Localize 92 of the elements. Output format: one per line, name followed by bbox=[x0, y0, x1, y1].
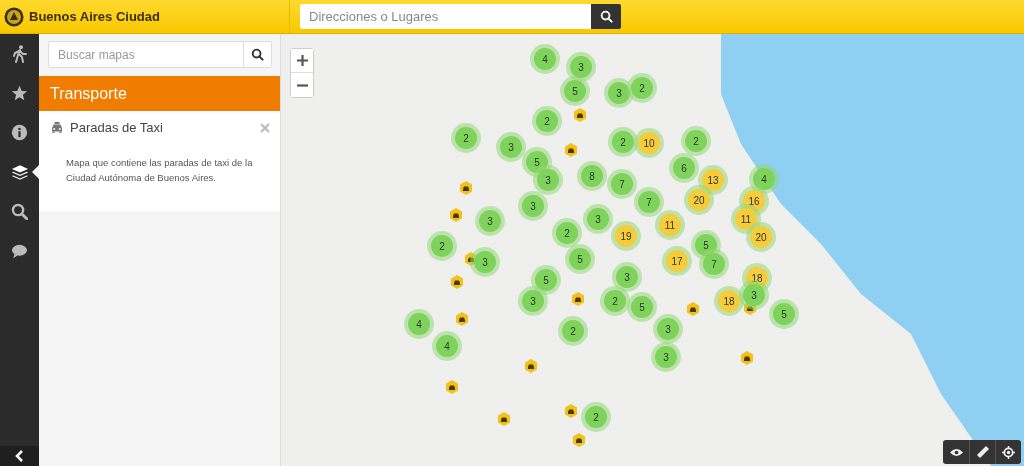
search-icon bbox=[599, 10, 613, 23]
taxi-marker-icon[interactable] bbox=[455, 312, 469, 326]
layer-description: Mapa que contiene las paradas de taxi de la Ciudad Autónoma de Buenos Aires. bbox=[66, 156, 254, 185]
taxi-marker-icon[interactable] bbox=[571, 292, 585, 306]
cluster-marker[interactable]: 3 bbox=[537, 169, 559, 191]
city-seal-icon bbox=[4, 6, 24, 27]
search-button[interactable] bbox=[243, 42, 271, 67]
cluster-marker[interactable]: 5 bbox=[535, 269, 557, 291]
zoom-in-button[interactable] bbox=[291, 49, 313, 73]
taxi-marker-icon[interactable] bbox=[573, 108, 587, 122]
cluster-marker[interactable]: 5 bbox=[695, 234, 717, 256]
cluster-marker[interactable]: 3 bbox=[500, 136, 522, 158]
taxi-marker-icon[interactable] bbox=[524, 359, 538, 373]
cluster-marker[interactable]: 4 bbox=[436, 335, 458, 357]
taxi-marker-icon[interactable] bbox=[450, 275, 464, 289]
cluster-marker[interactable]: 11 bbox=[735, 208, 757, 230]
ruler-icon bbox=[976, 446, 989, 458]
cluster-marker[interactable]: 5 bbox=[569, 248, 591, 270]
cluster-marker[interactable]: 3 bbox=[587, 208, 609, 230]
collapse-button[interactable] bbox=[0, 446, 39, 466]
taxi-marker-icon[interactable] bbox=[740, 351, 754, 365]
address-search-field[interactable]: Direcciones o Lugares bbox=[300, 4, 591, 29]
taxi-marker-icon[interactable] bbox=[564, 143, 578, 157]
cluster-marker[interactable]: 5 bbox=[526, 151, 548, 173]
cluster-marker[interactable]: 3 bbox=[743, 284, 765, 306]
cluster-marker[interactable]: 2 bbox=[556, 222, 578, 244]
cluster-marker[interactable]: 3 bbox=[616, 266, 638, 288]
cluster-marker[interactable]: 7 bbox=[638, 191, 660, 213]
eye-icon bbox=[949, 447, 963, 457]
cluster-marker[interactable]: 2 bbox=[631, 77, 653, 99]
cluster-marker[interactable]: 4 bbox=[534, 48, 556, 70]
cluster-marker[interactable]: 3 bbox=[522, 290, 544, 312]
locate-icon bbox=[1002, 445, 1015, 459]
cluster-marker[interactable]: 2 bbox=[604, 290, 626, 312]
cluster-marker[interactable]: 2 bbox=[612, 131, 634, 153]
cluster-marker[interactable]: 18 bbox=[746, 267, 768, 289]
map-search-field[interactable]: Buscar mapas bbox=[48, 41, 272, 68]
cluster-marker[interactable]: 7 bbox=[703, 253, 725, 275]
close-icon bbox=[260, 122, 270, 133]
category-title: Transporte bbox=[39, 76, 280, 111]
cluster-marker[interactable]: 3 bbox=[655, 346, 677, 368]
cluster-marker[interactable]: 8 bbox=[581, 165, 603, 187]
cluster-marker[interactable]: 19 bbox=[615, 225, 637, 247]
star-icon bbox=[11, 84, 28, 102]
cluster-marker[interactable]: 2 bbox=[455, 127, 477, 149]
cluster-marker[interactable]: 4 bbox=[753, 168, 775, 190]
taxi-marker-icon[interactable] bbox=[449, 208, 463, 222]
cluster-marker[interactable]: 16 bbox=[743, 190, 765, 212]
cluster-marker[interactable]: 17 bbox=[666, 250, 688, 272]
cluster-marker[interactable]: 4 bbox=[408, 313, 430, 335]
taxi-marker-icon[interactable] bbox=[497, 412, 511, 426]
walking-person-icon bbox=[11, 44, 28, 63]
cluster-marker[interactable]: 10 bbox=[638, 132, 660, 154]
cluster-marker[interactable]: 5 bbox=[631, 296, 653, 318]
cluster-marker[interactable]: 20 bbox=[750, 226, 772, 248]
plus-icon bbox=[296, 55, 308, 66]
cluster-marker[interactable]: 2 bbox=[431, 235, 453, 257]
cluster-marker[interactable]: 6 bbox=[673, 157, 695, 179]
cluster-marker[interactable]: 5 bbox=[773, 303, 795, 325]
cluster-marker[interactable]: 13 bbox=[702, 169, 724, 191]
cluster-marker[interactable]: 3 bbox=[479, 210, 501, 232]
cluster-marker[interactable]: 3 bbox=[474, 251, 496, 273]
cluster-marker[interactable]: 5 bbox=[564, 80, 586, 102]
info-icon bbox=[11, 124, 28, 142]
taxi-marker-icon[interactable] bbox=[686, 302, 700, 316]
chevron-left-icon bbox=[15, 450, 24, 462]
speech-bubble-icon bbox=[11, 243, 28, 259]
taxi-marker-icon[interactable] bbox=[564, 404, 578, 418]
cluster-marker[interactable]: 2 bbox=[585, 406, 607, 428]
cluster-marker[interactable]: 18 bbox=[718, 290, 740, 312]
minus-icon bbox=[296, 83, 308, 87]
taxi-marker-icon[interactable] bbox=[445, 380, 459, 394]
cluster-marker[interactable]: 3 bbox=[657, 318, 679, 340]
cluster-marker[interactable]: 2 bbox=[562, 320, 584, 342]
taxi-marker-icon[interactable] bbox=[459, 181, 473, 195]
search-button[interactable] bbox=[591, 4, 621, 29]
cluster-marker[interactable]: 3 bbox=[570, 56, 592, 78]
cluster-marker[interactable]: 3 bbox=[608, 82, 630, 104]
search-icon bbox=[251, 48, 264, 61]
layer-name[interactable]: Paradas de Taxi bbox=[70, 120, 253, 135]
cluster-marker[interactable]: 3 bbox=[522, 195, 544, 217]
car-icon bbox=[51, 122, 63, 133]
cluster-marker[interactable]: 7 bbox=[611, 173, 633, 195]
cluster-marker[interactable]: 11 bbox=[659, 214, 681, 236]
cluster-marker[interactable]: 2 bbox=[685, 130, 707, 152]
search-input[interactable]: Buscar mapas bbox=[49, 42, 243, 67]
taxi-marker-icon[interactable] bbox=[572, 433, 586, 447]
search-icon bbox=[11, 203, 28, 221]
cluster-marker[interactable]: 20 bbox=[688, 189, 710, 211]
cluster-marker[interactable]: 2 bbox=[536, 110, 558, 132]
layers-icon bbox=[10, 163, 29, 181]
brand-name: Buenos Aires Ciudad bbox=[29, 9, 160, 24]
